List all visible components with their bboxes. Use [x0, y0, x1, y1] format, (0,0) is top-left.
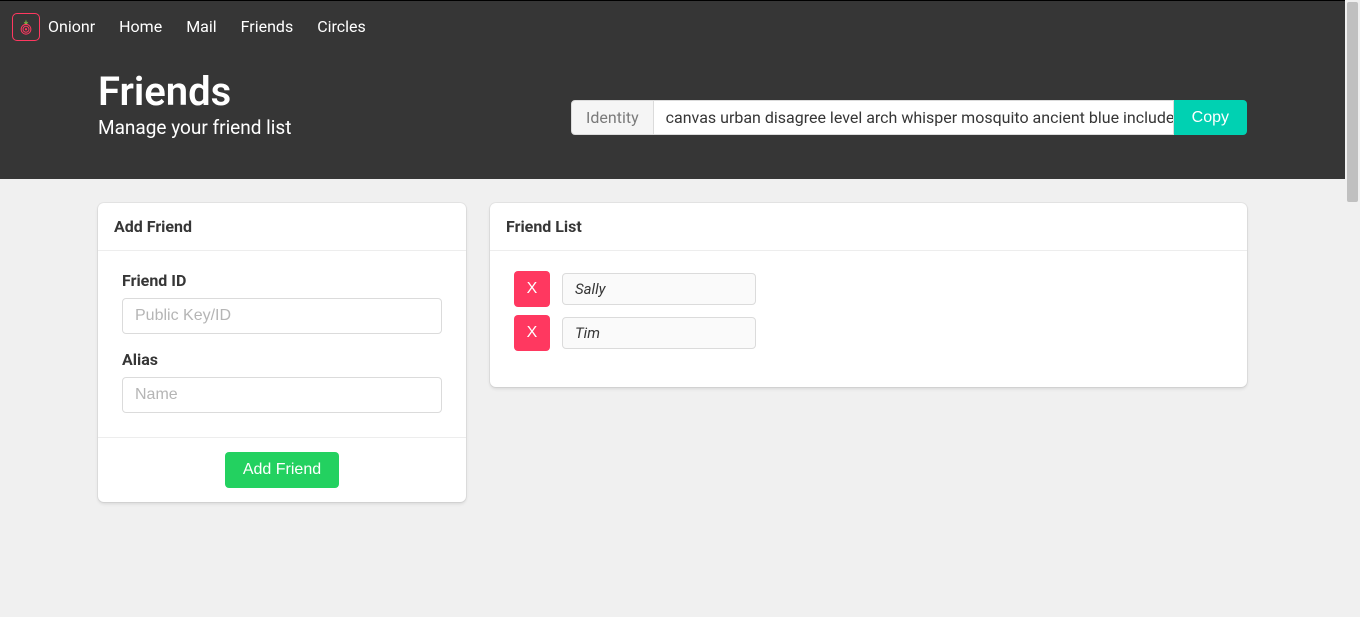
nav-home[interactable]: Home — [107, 9, 174, 44]
copy-button[interactable]: Copy — [1174, 100, 1247, 135]
onion-icon — [12, 13, 40, 41]
friend-id-label: Friend ID — [122, 271, 442, 290]
delete-friend-button[interactable]: X — [514, 315, 550, 351]
add-friend-header: Add Friend — [98, 203, 466, 251]
identity-label: Identity — [571, 100, 654, 135]
friend-id-input[interactable] — [122, 298, 442, 334]
friend-list-header: Friend List — [490, 203, 1247, 251]
add-friend-button[interactable]: Add Friend — [225, 452, 339, 488]
identity-value[interactable]: canvas urban disagree level arch whisper… — [654, 100, 1174, 135]
identity-group: Identity canvas urban disagree level arc… — [571, 100, 1247, 135]
friend-name[interactable]: Sally — [562, 273, 756, 305]
nav-friends[interactable]: Friends — [229, 9, 306, 44]
hero-section: Onionr Home Mail Friends Circles Friends… — [0, 1, 1345, 179]
friend-name[interactable]: Tim — [562, 317, 756, 349]
page-subtitle: Manage your friend list — [98, 116, 291, 139]
page-title: Friends — [98, 70, 291, 114]
alias-input[interactable] — [122, 377, 442, 413]
add-friend-card: Add Friend Friend ID Alias Add Friend — [98, 203, 466, 502]
navbar-brand[interactable]: Onionr — [12, 13, 107, 41]
scrollbar-thumb[interactable] — [1347, 2, 1358, 202]
nav-mail[interactable]: Mail — [174, 9, 228, 44]
navbar: Onionr Home Mail Friends Circles — [0, 1, 1345, 52]
alias-label: Alias — [122, 350, 442, 369]
friend-list-card: Friend List X Sally X Tim — [490, 203, 1247, 387]
friend-row: X Tim — [514, 315, 1223, 351]
brand-name: Onionr — [48, 17, 95, 36]
main-content: Add Friend Friend ID Alias Add Friend Fr… — [0, 179, 1345, 526]
scrollbar-track[interactable] — [1345, 0, 1360, 617]
delete-friend-button[interactable]: X — [514, 271, 550, 307]
nav-circles[interactable]: Circles — [305, 9, 378, 44]
friend-row: X Sally — [514, 271, 1223, 307]
